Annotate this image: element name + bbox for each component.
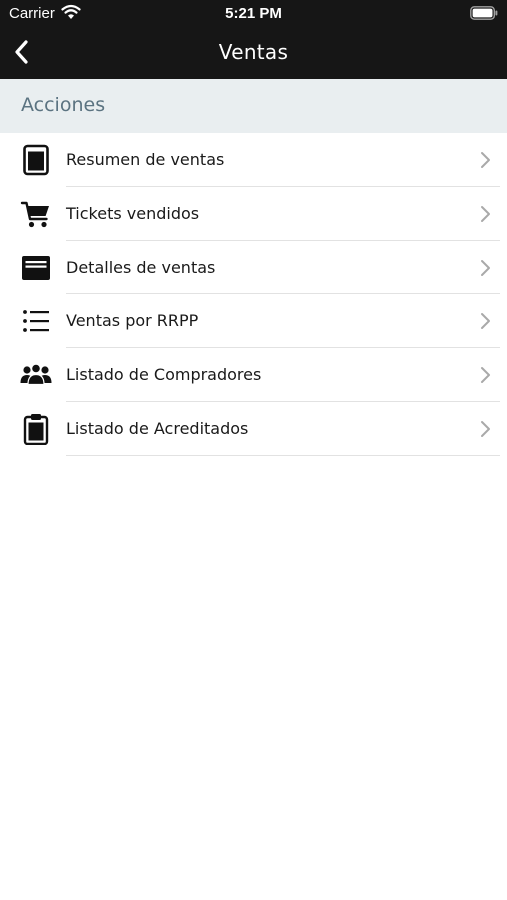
list-item-listado-de-compradores[interactable]: Listado de Compradores [0,348,507,402]
list-item-tickets-vendidos[interactable]: Tickets vendidos [0,187,507,241]
list-item-detalles-de-ventas[interactable]: Detalles de ventas [0,241,507,295]
cart-icon [20,201,49,227]
chevron-right-icon [481,420,490,437]
inbox-icon [22,255,50,280]
users-icon [20,363,52,386]
status-bar: Carrier 5:21 PM [0,0,507,28]
list-item-ventas-por-rrpp[interactable]: Ventas por RRPP [0,294,507,349]
clipboard-icon [23,413,49,446]
chevron-right-icon [481,152,490,168]
status-time: 5:21 PM [225,5,282,22]
top-bar: Carrier 5:21 PM Ventas [0,0,507,79]
actions-list: Resumen de ventas Tickets vendidos Detal… [0,133,507,456]
navigation-bar: Ventas [0,28,507,79]
list-icon [23,310,49,333]
section-header: Acciones [0,79,507,133]
list-item-listado-de-acreditados[interactable]: Listado de Acreditados [0,402,507,456]
list-item-label: Detalles de ventas [66,257,216,277]
list-item-label: Listado de Compradores [66,365,262,385]
row-divider [66,454,500,456]
list-item-label: Listado de Acreditados [66,418,249,438]
chevron-right-icon [481,259,490,276]
chevron-right-icon [481,367,490,384]
list-item-label: Resumen de ventas [66,150,225,169]
list-item-label: Ventas por RRPP [66,311,199,331]
tablet-icon [23,144,49,176]
list-item-resumen-de-ventas[interactable]: Resumen de ventas [0,133,507,187]
page-title: Ventas [218,40,289,64]
chevron-right-icon [481,313,490,330]
list-item-label: Tickets vendidos [66,203,200,223]
battery-icon [470,6,498,20]
section-title: Acciones [21,94,106,116]
chevron-right-icon [481,205,490,222]
